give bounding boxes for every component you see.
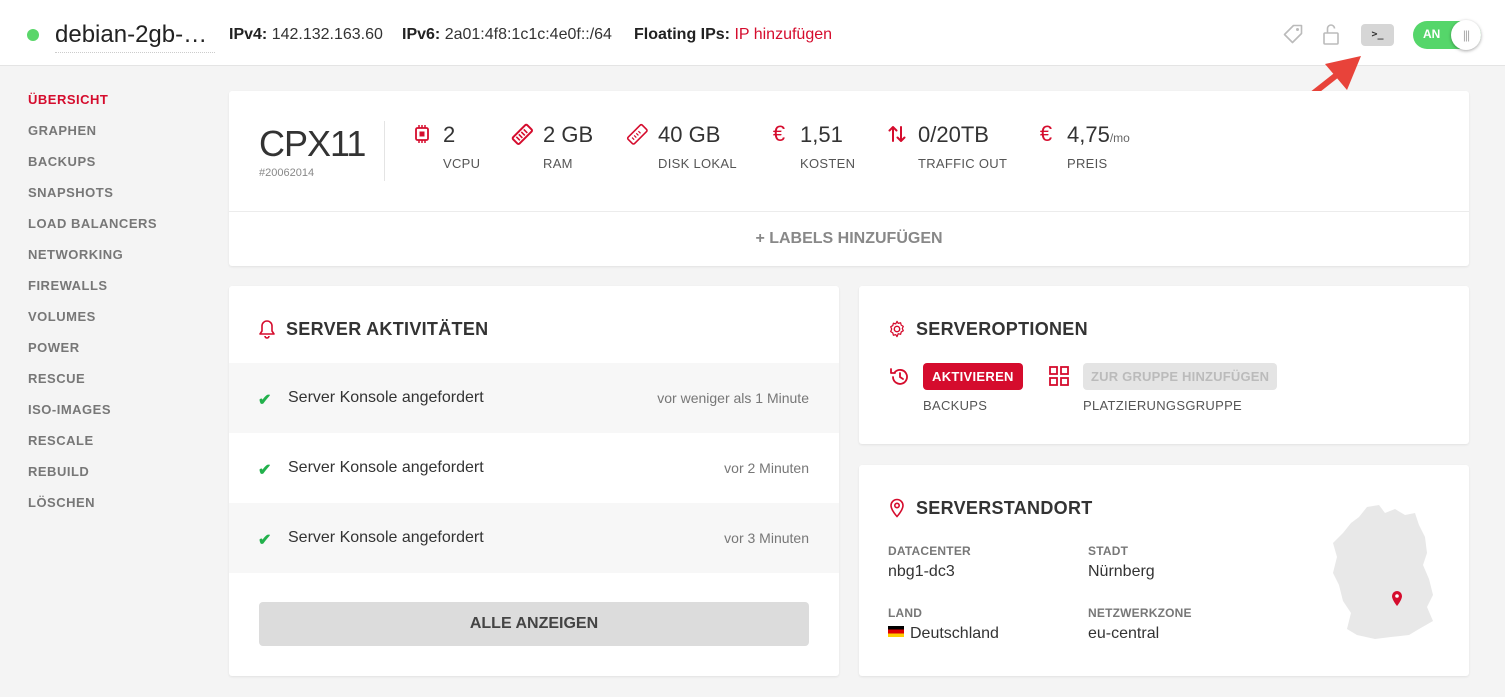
- backups-label: BACKUPS: [923, 398, 988, 413]
- spec-traffic-value: 0/20TB: [918, 122, 989, 147]
- country-label: LAND: [888, 606, 923, 620]
- spec-traffic-label: TRAFFIC OUT: [918, 156, 1008, 171]
- check-icon: ✔: [258, 392, 272, 409]
- ipv4-value[interactable]: 142.132.163.60: [272, 26, 383, 43]
- sidebar-item-loeschen[interactable]: LÖSCHEN: [28, 495, 198, 526]
- bell-icon: [259, 320, 275, 339]
- spec-costs-label: KOSTEN: [800, 156, 856, 171]
- datacenter-value: nbg1-dc3: [888, 563, 955, 580]
- console-button[interactable]: >_: [1361, 24, 1394, 46]
- datacenter-label: DATACENTER: [888, 544, 971, 558]
- spec-vcpu-value: 2: [443, 122, 456, 147]
- cpu-icon: [415, 125, 429, 143]
- floating-ip-label: Floating IPs:: [634, 26, 730, 43]
- sidebar-item-snapshots[interactable]: SNAPSHOTS: [28, 185, 198, 216]
- location-pin-icon: [890, 498, 904, 518]
- sidebar-item-power[interactable]: POWER: [28, 340, 198, 371]
- ipv4-info: IPv4: 142.132.163.60: [229, 25, 383, 45]
- location-title: SERVERSTANDORT: [916, 498, 1093, 518]
- spec-disk-label: DISK LOKAL: [658, 156, 737, 171]
- activity-text: Server Konsole angefordert: [288, 389, 484, 406]
- activity-time: vor 2 Minuten: [724, 460, 809, 476]
- activate-backups-button[interactable]: AKTIVIEREN: [923, 363, 1023, 390]
- ipv4-label: IPv4:: [229, 26, 268, 43]
- country-value: Deutschland: [888, 625, 999, 643]
- power-toggle[interactable]: AN |||: [1413, 20, 1481, 50]
- show-all-button[interactable]: ALLE ANZEIGEN: [259, 602, 809, 646]
- server-location-card: SERVERSTANDORT DATACENTER nbg1-dc3 STADT…: [859, 465, 1469, 676]
- options-title: SERVEROPTIONEN: [916, 319, 1088, 339]
- check-icon: ✔: [258, 532, 272, 549]
- sidebar-nav: ÜBERSICHT GRAPHEN BACKUPS SNAPSHOTS LOAD…: [28, 92, 198, 526]
- sidebar-item-iso-images[interactable]: ISO-IMAGES: [28, 402, 198, 433]
- placement-group-icon: [1049, 366, 1069, 386]
- euro-icon: €: [772, 121, 786, 146]
- network-zone-label: NETZWERKZONE: [1088, 606, 1192, 620]
- server-activities-card: SERVER AKTIVITÄTEN ✔ Server Konsole ange…: [229, 286, 839, 676]
- activity-time: vor weniger als 1 Minute: [657, 390, 809, 406]
- plan-overview-card: CPX11 #20062014 2 VCPU 2 GB RAM 40 GB DI: [229, 91, 1469, 266]
- add-labels-button[interactable]: + LABELS HINZUFÜGEN: [229, 212, 1469, 266]
- plan-divider: [384, 121, 385, 181]
- server-name[interactable]: debian-2gb-n...: [55, 21, 215, 53]
- ipv6-label: IPv6:: [402, 26, 441, 43]
- gear-icon: [890, 320, 904, 338]
- sidebar-item-networking[interactable]: NETWORKING: [28, 247, 198, 278]
- ipv6-value[interactable]: 2a01:4f8:1c1c:4e0f::/64: [445, 26, 612, 43]
- activity-text: Server Konsole angefordert: [288, 529, 484, 546]
- power-toggle-knob[interactable]: |||: [1451, 20, 1481, 50]
- sidebar-item-rescue[interactable]: RESCUE: [28, 371, 198, 402]
- traffic-icon: [888, 126, 906, 142]
- sidebar-item-backups[interactable]: BACKUPS: [28, 154, 198, 185]
- sidebar-item-rescale[interactable]: RESCALE: [28, 433, 198, 464]
- spec-ram-value: 2 GB: [543, 122, 594, 147]
- spec-disk-value: 40 GB: [658, 122, 721, 147]
- germany-flag-icon: [888, 626, 904, 637]
- add-floating-ip-link[interactable]: IP hinzufügen: [734, 26, 832, 43]
- activities-title: SERVER AKTIVITÄTEN: [286, 319, 489, 339]
- backup-history-icon: [890, 368, 908, 385]
- spec-vcpu-label: VCPU: [443, 156, 481, 171]
- add-to-group-button[interactable]: ZUR GRUPPE HINZUFÜGEN: [1083, 363, 1278, 390]
- placement-group-label: PLATZIERUNGSGRUPPE: [1083, 398, 1243, 413]
- sidebar-item-volumes[interactable]: VOLUMES: [28, 309, 198, 340]
- activity-row: ✔ Server Konsole angefordert vor 3 Minut…: [229, 503, 839, 573]
- network-zone-value: eu-central: [1088, 625, 1160, 642]
- activity-row: ✔ Server Konsole angefordert vor 2 Minut…: [229, 433, 839, 503]
- city-value: Nürnberg: [1088, 563, 1155, 580]
- spec-price-unit: /mo: [1109, 131, 1130, 145]
- server-options-card: SERVEROPTIONEN AKTIVIEREN BACKUPS ZUR GR…: [859, 286, 1469, 444]
- sidebar-item-firewalls[interactable]: FIREWALLS: [28, 278, 198, 309]
- activity-time: vor 3 Minuten: [724, 530, 809, 546]
- ipv6-info: IPv6: 2a01:4f8:1c1c:4e0f::/64: [402, 25, 612, 45]
- sidebar-item-graphen[interactable]: GRAPHEN: [28, 123, 198, 154]
- ram-icon: [511, 123, 533, 145]
- check-icon: ✔: [258, 462, 272, 479]
- spec-ram-label: RAM: [543, 156, 573, 171]
- server-status-dot: [27, 29, 39, 41]
- power-toggle-label: AN: [1423, 27, 1441, 41]
- floating-ip-info: Floating IPs: IP hinzufügen: [634, 25, 832, 45]
- spec-price-amount: 4,75: [1067, 122, 1110, 147]
- sidebar-item-uebersicht[interactable]: ÜBERSICHT: [28, 92, 198, 123]
- germany-map-icon: [1333, 505, 1433, 639]
- disk-icon: [626, 123, 648, 145]
- city-label: STADT: [1088, 544, 1129, 558]
- plan-name: CPX11: [259, 123, 366, 164]
- spec-costs-value: 1,51: [800, 122, 843, 147]
- euro-icon: €: [1039, 121, 1053, 146]
- tag-icon[interactable]: [1281, 22, 1305, 46]
- activity-row: ✔ Server Konsole angefordert vor weniger…: [229, 363, 839, 433]
- spec-price-value: 4,75/mo: [1067, 121, 1130, 152]
- plan-id: #20062014: [259, 167, 315, 179]
- spec-price-label: PREIS: [1067, 156, 1108, 171]
- lock-icon[interactable]: [1319, 22, 1343, 46]
- activity-text: Server Konsole angefordert: [288, 459, 484, 476]
- country-name: Deutschland: [910, 625, 999, 642]
- sidebar-item-load-balancers[interactable]: LOAD BALANCERS: [28, 216, 198, 247]
- sidebar-item-rebuild[interactable]: REBUILD: [28, 464, 198, 495]
